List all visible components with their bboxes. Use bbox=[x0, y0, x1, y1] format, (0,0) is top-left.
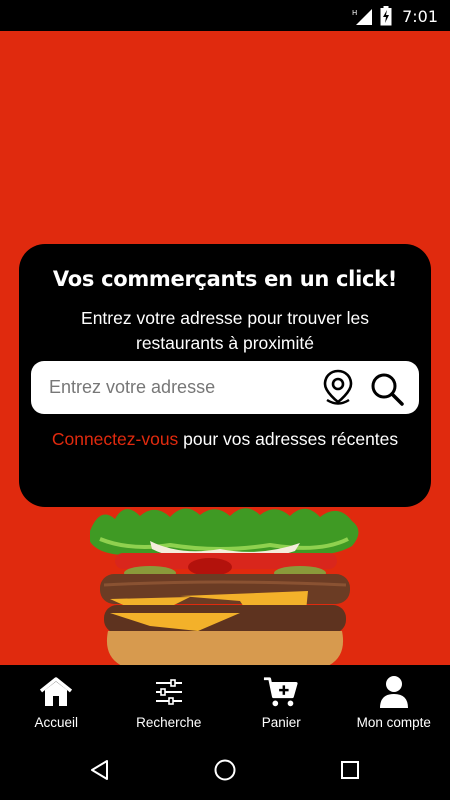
login-prompt: Connectez-vous pour vos adresses récente… bbox=[39, 426, 411, 452]
status-icons: H 7:01 bbox=[352, 6, 438, 26]
nav-item-panier[interactable]: Panier bbox=[225, 665, 338, 740]
home-icon bbox=[38, 675, 74, 709]
battery-icon bbox=[380, 6, 392, 26]
bottom-nav: Accueil Recherche Panier Mon compte bbox=[0, 665, 450, 740]
search-card: Vos commerçants en un click! Entrez votr… bbox=[19, 244, 431, 507]
cart-icon bbox=[263, 675, 299, 709]
system-nav-bar bbox=[0, 740, 450, 800]
nav-label: Panier bbox=[261, 715, 301, 730]
card-title: Vos commerçants en un click! bbox=[52, 267, 398, 291]
back-icon[interactable] bbox=[84, 754, 116, 786]
home-circle-icon[interactable] bbox=[209, 754, 241, 786]
address-search-box bbox=[31, 361, 419, 414]
status-time: 7:01 bbox=[402, 6, 438, 26]
location-pin-icon[interactable] bbox=[321, 369, 355, 407]
sliders-icon bbox=[151, 675, 187, 709]
card-subtitle: Entrez votre adresse pour trouver les re… bbox=[81, 308, 369, 353]
hero-background: Vos commerçants en un click! Entrez votr… bbox=[0, 31, 450, 665]
nav-item-mon-compte[interactable]: Mon compte bbox=[338, 665, 450, 740]
address-input[interactable] bbox=[49, 361, 319, 414]
status-bar: H 7:01 bbox=[0, 0, 450, 31]
burger-image bbox=[90, 508, 359, 665]
nav-label: Mon compte bbox=[356, 715, 431, 730]
nav-label: Accueil bbox=[34, 715, 79, 730]
nav-item-recherche[interactable]: Recherche bbox=[113, 665, 226, 740]
login-prompt-text: pour vos adresses récentes bbox=[178, 429, 399, 449]
user-icon bbox=[376, 675, 412, 709]
nav-label: Recherche bbox=[136, 715, 202, 730]
nav-item-accueil[interactable]: Accueil bbox=[0, 665, 113, 740]
recents-icon[interactable] bbox=[334, 754, 366, 786]
svg-text:H: H bbox=[352, 9, 357, 17]
login-link[interactable]: Connectez-vous bbox=[52, 429, 178, 449]
search-icon[interactable] bbox=[369, 371, 405, 407]
signal-icon: H bbox=[352, 9, 373, 25]
